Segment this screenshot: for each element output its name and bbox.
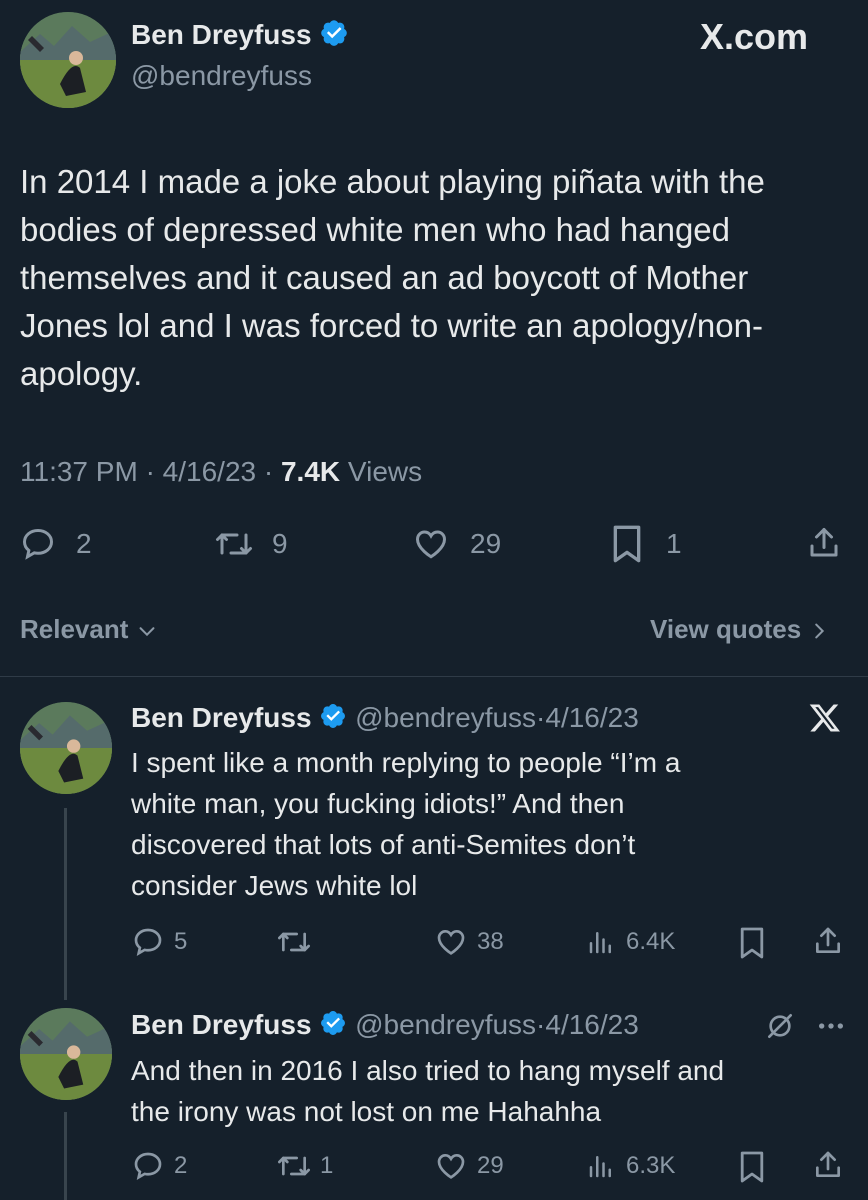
like-count: 38: [477, 928, 504, 955]
handle[interactable]: @bendreyfuss: [355, 1009, 536, 1040]
author-name[interactable]: Ben Dreyfuss: [131, 702, 312, 733]
tweet-time[interactable]: 11:37 PM: [20, 456, 138, 487]
reply-icon[interactable]: [132, 926, 164, 958]
more-icon[interactable]: [814, 1010, 848, 1042]
tweet-date[interactable]: 4/16/23: [163, 456, 256, 487]
mute-icon[interactable]: [764, 1010, 796, 1042]
repost-icon[interactable]: [276, 926, 312, 958]
tweet-line: In 2014 I made a joke about playing piña…: [20, 163, 765, 200]
reply-line: the irony was not lost on me Hahahha: [131, 1096, 602, 1127]
like-icon[interactable]: [434, 1150, 468, 1182]
reply-date[interactable]: 4/16/23: [545, 702, 638, 733]
bookmark-count: 1: [666, 528, 682, 559]
like-icon[interactable]: [434, 926, 468, 958]
sort-label: Relevant: [20, 614, 129, 644]
avatar[interactable]: [20, 702, 112, 794]
avatar[interactable]: [20, 1008, 112, 1100]
reply-header: Ben Dreyfuss @bendreyfuss·4/16/23: [131, 702, 639, 737]
tweet-line: Jones lol and I was forced to write an a…: [20, 307, 763, 344]
thread-line: [64, 1112, 67, 1200]
sort-dropdown[interactable]: Relevant: [20, 614, 158, 645]
reply-count: 2: [174, 1152, 188, 1179]
reply-count: 5: [174, 928, 188, 955]
repost-count: 9: [272, 528, 288, 559]
view-quotes-label: View quotes: [650, 614, 802, 644]
views-count: 7.4K: [280, 456, 341, 487]
reply-line: consider Jews white lol: [131, 870, 418, 901]
tweet-line: themselves and it caused an ad boycott o…: [20, 259, 749, 296]
views-label[interactable]: Views: [348, 456, 422, 487]
reply-count: 2: [76, 528, 92, 559]
repost-icon[interactable]: [214, 526, 254, 562]
chevron-right-icon: [808, 620, 830, 642]
reply-line: And then in 2016 I also tried to hang my…: [131, 1055, 725, 1086]
verified-badge-icon: [319, 18, 349, 55]
tweet-text: In 2014 I made a joke about playing piña…: [20, 158, 850, 398]
chevron-down-icon: [136, 620, 158, 642]
verified-badge-icon: [319, 702, 347, 737]
thread-line: [64, 808, 67, 1000]
reply-icon[interactable]: [132, 1150, 164, 1182]
views-count: 6.3K: [626, 1152, 676, 1179]
views-count: 6.4K: [626, 928, 676, 955]
x-logo-icon: X.com: [700, 16, 809, 57]
reply-line: I spent like a month replying to people …: [131, 747, 681, 778]
reply-line: white man, you fucking idiots!” And then: [131, 788, 625, 819]
tweet-line: apology.: [20, 355, 143, 392]
author-name[interactable]: Ben Dreyfuss: [131, 1009, 312, 1040]
verified-badge-icon: [319, 1009, 347, 1044]
share-icon[interactable]: [806, 524, 842, 562]
bookmark-icon[interactable]: [738, 1150, 766, 1184]
divider: [0, 676, 868, 677]
reply-icon[interactable]: [20, 526, 56, 562]
author-name[interactable]: Ben Dreyfuss: [131, 19, 312, 50]
like-count: 29: [477, 1152, 504, 1179]
tweet-meta: 11:37 PM · 4/16/23 · 7.4K Views: [20, 456, 423, 487]
repost-icon[interactable]: [276, 1150, 312, 1182]
avatar[interactable]: [20, 12, 116, 108]
bookmark-icon[interactable]: [610, 524, 644, 564]
views-icon[interactable]: [586, 1150, 616, 1182]
like-count: 29: [470, 528, 502, 559]
handle[interactable]: @bendreyfuss: [131, 60, 312, 92]
view-quotes-link[interactable]: View quotes: [650, 614, 830, 645]
reply-line: discovered that lots of anti-Semites don…: [131, 829, 636, 860]
handle[interactable]: @bendreyfuss: [355, 702, 536, 733]
reply-text: And then in 2016 I also tried to hang my…: [131, 1050, 851, 1132]
share-icon[interactable]: [812, 924, 844, 958]
separator: ·: [536, 1009, 546, 1040]
repost-count: 1: [320, 1152, 334, 1179]
x-logo-icon: [806, 700, 844, 736]
share-icon[interactable]: [812, 1148, 844, 1182]
separator: ·: [536, 702, 546, 733]
views-icon[interactable]: [586, 926, 616, 958]
bookmark-icon[interactable]: [738, 926, 766, 960]
reply-header: Ben Dreyfuss @bendreyfuss·4/16/23: [131, 1009, 639, 1044]
tweet-line: bodies of depressed white men who had ha…: [20, 211, 730, 248]
reply-date[interactable]: 4/16/23: [545, 1009, 638, 1040]
reply-text: I spent like a month replying to people …: [131, 742, 851, 906]
like-icon[interactable]: [412, 526, 450, 562]
